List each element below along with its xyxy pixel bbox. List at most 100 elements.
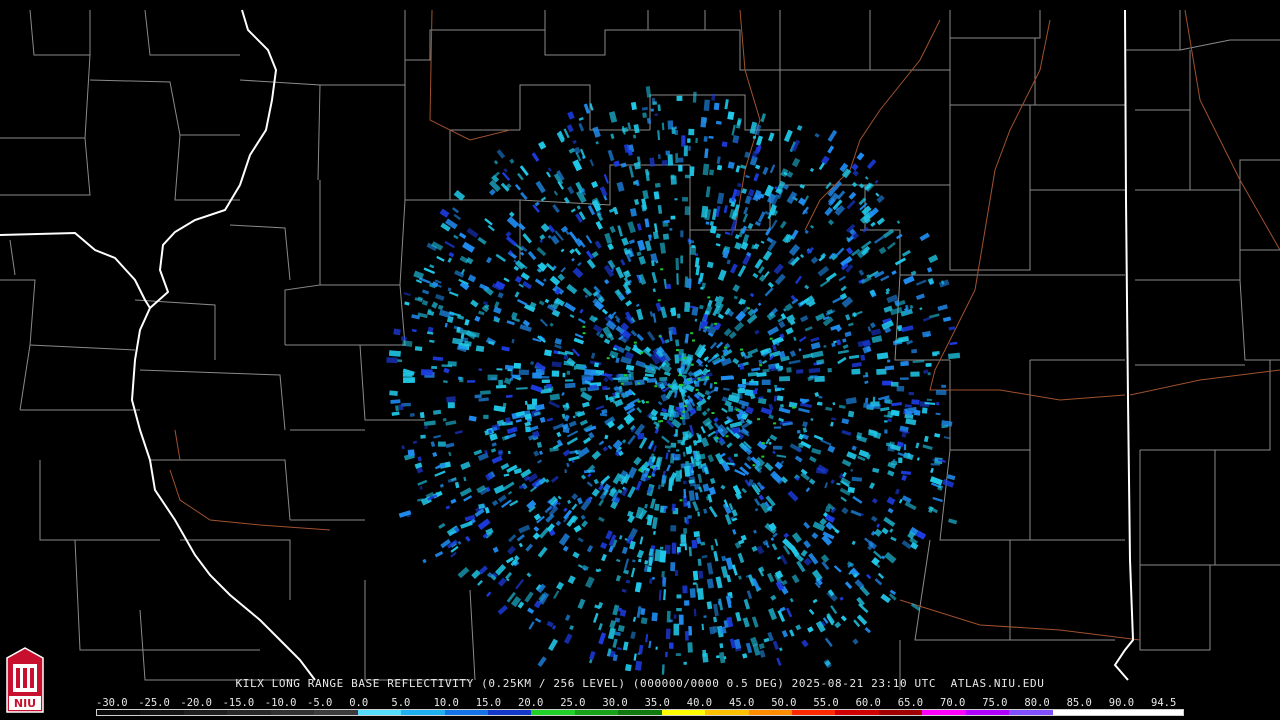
echo-cell <box>491 442 497 447</box>
echo-cell <box>540 196 547 202</box>
echo-cell <box>608 111 618 123</box>
echo-cell <box>870 401 880 407</box>
echo-cell <box>791 157 801 168</box>
echo-cell <box>590 352 596 359</box>
echo-cell <box>730 263 738 274</box>
echo-cell <box>655 646 658 650</box>
echo-cell <box>768 403 774 411</box>
echo-cell <box>599 333 605 339</box>
echo-cell <box>758 643 765 650</box>
echo-cell <box>483 414 489 419</box>
echo-cell <box>860 354 866 361</box>
echo-cell <box>632 134 637 139</box>
echo-cell <box>457 566 470 579</box>
echo-cell <box>633 653 637 661</box>
echo-cell <box>760 240 765 244</box>
echo-cell <box>824 482 829 489</box>
echo-cell <box>642 190 649 200</box>
echo-cell <box>670 309 673 313</box>
echo-cell <box>401 445 405 450</box>
echo-cell <box>704 148 709 159</box>
echo-cell <box>890 409 900 417</box>
echo-cell <box>779 376 791 382</box>
echo-cell <box>645 634 649 643</box>
echo-cell <box>629 208 637 217</box>
echo-cell <box>612 604 620 616</box>
echo-cell <box>546 620 554 628</box>
echo-cell <box>625 300 633 307</box>
echo-cell <box>548 400 561 409</box>
echo-cell <box>724 231 731 236</box>
echo-cell <box>664 338 670 344</box>
echo-cell <box>754 329 760 335</box>
echo-cell <box>936 402 940 406</box>
echo-cell <box>620 391 625 398</box>
echo-cell <box>856 435 868 443</box>
echo-cell <box>871 498 878 504</box>
echo-cell <box>572 159 583 172</box>
echo-cell <box>726 442 733 449</box>
echo-cell <box>609 225 616 234</box>
echo-cell <box>926 266 933 273</box>
echo-cell <box>687 642 693 653</box>
echo-cell <box>491 423 501 432</box>
echo-cell <box>928 254 939 264</box>
echo-cell <box>688 145 691 151</box>
echo-cell <box>767 281 774 288</box>
echo-cell <box>678 164 683 172</box>
echo-cell <box>553 590 560 599</box>
echo-cell <box>817 265 830 277</box>
echo-cell <box>503 481 515 491</box>
echo-cell <box>724 513 732 525</box>
echo-cell <box>666 610 671 623</box>
echo-cell <box>686 278 692 289</box>
echo-cell <box>825 181 832 190</box>
echo-cell <box>726 259 731 265</box>
echo-cell <box>685 517 689 525</box>
echo-cell <box>466 227 479 239</box>
echo-cell <box>414 346 423 352</box>
colorbar-label: 50.0 <box>771 697 797 709</box>
echo-cell <box>529 360 535 366</box>
echo-cell <box>651 271 658 284</box>
echo-cell <box>771 543 778 551</box>
echo-cell <box>553 190 559 196</box>
echo-cell <box>823 344 827 348</box>
echo-cell <box>876 352 889 360</box>
echo-cell <box>618 535 623 540</box>
echo-cell <box>694 380 700 387</box>
echo-cell <box>747 188 755 197</box>
echo-cell <box>737 387 746 394</box>
echo-cell <box>832 402 836 406</box>
echo-cell <box>448 252 455 258</box>
echo-cell <box>901 474 907 482</box>
echo-cell <box>603 338 611 345</box>
echo-cell <box>916 457 920 461</box>
echo-cell-strong <box>736 408 739 411</box>
echo-cell <box>640 617 648 625</box>
echo-cell <box>433 434 441 439</box>
echo-cell <box>577 261 582 267</box>
echo-cell <box>701 410 708 417</box>
echo-cell <box>450 498 457 504</box>
echo-cell <box>671 127 676 134</box>
echo-cell <box>900 360 909 367</box>
echo-cell <box>760 113 766 123</box>
echo-cell <box>716 192 725 205</box>
echo-cell <box>688 128 695 136</box>
echo-cell <box>663 589 667 601</box>
colorbar-label: -10.0 <box>264 697 297 709</box>
echo-cell <box>754 498 761 507</box>
echo-cell <box>598 484 604 491</box>
echo-cell <box>911 348 918 354</box>
colorbar-label: 60.0 <box>855 697 881 709</box>
echo-cell <box>713 550 719 562</box>
echo-cell <box>851 476 863 482</box>
echo-cell <box>881 527 889 535</box>
echo-cell <box>751 616 759 628</box>
echo-cell <box>635 360 646 368</box>
echo-cell <box>536 246 547 257</box>
echo-cell <box>444 240 455 249</box>
echo-cell <box>561 392 565 397</box>
echo-cell <box>642 112 647 118</box>
